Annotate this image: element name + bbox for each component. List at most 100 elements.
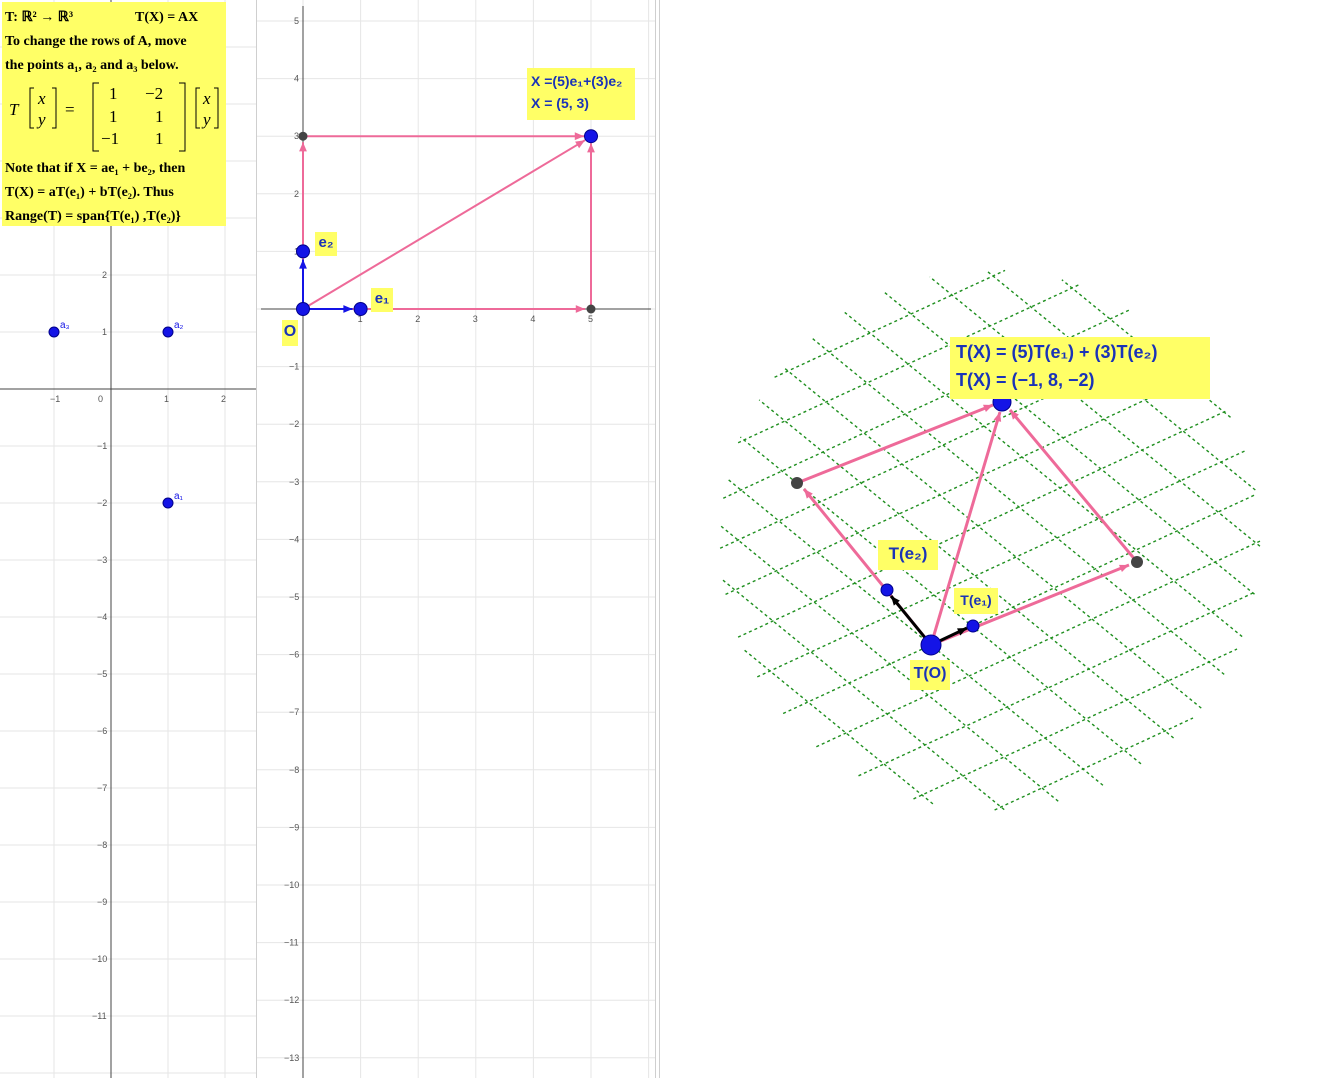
- x-tick-label: 2: [415, 314, 420, 324]
- y-tick-label: 3: [294, 131, 299, 141]
- y-tick-label: −9: [289, 822, 299, 832]
- coordinate-plane-middle[interactable]: 1234554321−1−2−3−4−5−6−7−8−9−10−11−12−13: [257, 0, 655, 1078]
- point-a1[interactable]: [162, 497, 174, 509]
- info-line-formula: T(X) = AX: [135, 10, 199, 25]
- vector-parallel-top-head: [983, 404, 993, 413]
- y-tick-label: −4: [289, 534, 299, 544]
- y-tick-label: −6: [289, 650, 299, 660]
- grid-line-3d: [722, 579, 1005, 811]
- y-tick-label: −8: [97, 840, 107, 850]
- info-line-instruction1: To change the rows of A, move: [5, 34, 187, 49]
- matrix-r3c1: −1: [101, 129, 120, 148]
- y-tick-label: 2: [294, 189, 299, 199]
- matrix-T: T: [9, 100, 19, 119]
- info-line-mapping: T: ℝ² → ℝ³: [5, 10, 74, 25]
- matrix-r2c1: 1: [109, 107, 118, 126]
- y-tick-label: −10: [92, 954, 107, 964]
- y-tick-label: −6: [97, 726, 107, 736]
- label-Te1: T(e₁): [954, 588, 998, 614]
- x-tick-label: 5: [588, 314, 593, 324]
- matrix-r2c2: 1: [155, 107, 164, 126]
- graphics-view-3d[interactable]: T(X) = (5)T(e₁) + (3)T(e₂) T(X) = (−1, 8…: [660, 0, 1331, 1078]
- y-tick-label: −2: [289, 419, 299, 429]
- grid-line-3d: [782, 493, 1257, 715]
- vector-5Te1-head: [1119, 564, 1129, 573]
- label-e2: e₂: [315, 232, 337, 256]
- matrix-y-left: y: [38, 110, 46, 129]
- y-tick-label: −7: [289, 707, 299, 717]
- y-tick-label: 2: [102, 270, 107, 280]
- vector-3e2-head: [299, 142, 307, 152]
- vector-5e1-head: [575, 305, 585, 313]
- y-tick-label: −10: [284, 880, 299, 890]
- grid-line-3d: [816, 540, 1261, 748]
- caption-X-line1: X =(5)e₁+(3)e₂: [531, 73, 623, 89]
- label-e1: e₁: [371, 288, 393, 312]
- point-TO[interactable]: [920, 634, 942, 656]
- x-tick-label: 2: [221, 394, 226, 404]
- vector-top-head: [574, 132, 584, 141]
- matrix-r3c2: 1: [155, 129, 164, 148]
- point-a3[interactable]: [48, 326, 60, 338]
- y-tick-label: −4: [97, 612, 107, 622]
- point-e1[interactable]: [353, 302, 368, 316]
- plane-3d-view[interactable]: [660, 0, 1331, 1078]
- y-tick-label: −2: [97, 498, 107, 508]
- info-line-instruction2: the points a₁, a₂ and a₃ below.: [5, 58, 179, 73]
- caption-TX: T(X) = (5)T(e₁) + (3)T(e₂) T(X) = (−1, 8…: [950, 337, 1210, 399]
- vector-parallel-top: [796, 403, 994, 485]
- label-Te2: T(e₂): [878, 540, 938, 570]
- vector-right-head: [587, 143, 595, 153]
- y-tick-label: −13: [284, 1053, 299, 1063]
- graphics-view-middle[interactable]: 1234554321−1−2−3−4−5−6−7−8−9−10−11−12−13…: [257, 0, 655, 1078]
- caption-TX-line2: T(X) = (−1, 8, −2): [956, 370, 1095, 390]
- point-3e2: [298, 131, 308, 141]
- point-label: a₃: [60, 320, 70, 331]
- matrix-equation: T x y = 1 −2 1 1 −1 1 x y: [5, 82, 223, 152]
- grid-line-3d: [742, 648, 934, 805]
- y-tick-label: −7: [97, 783, 107, 793]
- grid-line-3d: [994, 717, 1194, 811]
- y-tick-label: −3: [289, 477, 299, 487]
- graphics-view-left[interactable]: −1 0 1 2 2 1 −1 −2 −3 −4 −5 −6 −7 −8 −9 −10 −11 a₃ a₂ a₁ T:…: [0, 0, 256, 1078]
- info-line-note2: T(X) = aT(e₁) + bT(e₂). Thus: [5, 185, 174, 200]
- caption-X-line2: X = (5, 3): [531, 95, 589, 111]
- y-tick-label: −8: [289, 765, 299, 775]
- y-tick-label: −5: [97, 669, 107, 679]
- info-line-note3: Range(T) = span{T(e₁) ,T(e₂)}: [5, 209, 181, 224]
- point-e2[interactable]: [296, 244, 310, 259]
- y-tick-label: −3: [97, 555, 107, 565]
- vector-X: [302, 139, 586, 310]
- view-divider-2[interactable]: [655, 0, 656, 1078]
- label-TO: T(O): [910, 660, 950, 690]
- info-line-note1: Note that if X = ae₁ + be₂, then: [5, 161, 186, 176]
- label-origin: O: [282, 320, 298, 346]
- grid-line-3d: [913, 648, 1238, 800]
- y-tick-label: −11: [92, 1011, 107, 1021]
- matrix-r1c2: −2: [145, 84, 164, 103]
- info-panel: T: ℝ² → ℝ³ T(X) = AX To change the rows …: [2, 2, 226, 226]
- point-a2[interactable]: [162, 326, 174, 338]
- x-tick-label: −1: [50, 394, 60, 404]
- point-label: a₂: [174, 320, 184, 331]
- grid-line-3d: [726, 478, 1104, 786]
- y-tick-label: −1: [289, 362, 299, 372]
- x-tick-label: 1: [164, 394, 169, 404]
- point-origin[interactable]: [296, 302, 310, 316]
- point-3Te2: [791, 477, 803, 489]
- point-5e1: [586, 304, 596, 314]
- point-Te1[interactable]: [966, 619, 980, 633]
- point-Te2[interactable]: [880, 583, 894, 597]
- point-X[interactable]: [584, 129, 598, 144]
- x-tick-label: 4: [530, 314, 535, 324]
- y-tick-label: −5: [289, 592, 299, 602]
- x-tick-label: 3: [473, 314, 478, 324]
- caption-TX-line1: T(X) = (5)T(e₁) + (3)T(e₂): [956, 342, 1158, 362]
- y-tick-label: −1: [97, 441, 107, 451]
- grid-line-3d: [756, 450, 1246, 678]
- y-tick-label: 1: [102, 327, 107, 337]
- matrix-r1c1: 1: [109, 84, 118, 103]
- caption-X: X =(5)e₁+(3)e₂ X = (5, 3): [527, 68, 635, 120]
- y-tick-label: −11: [284, 938, 299, 948]
- point-5Te1: [1131, 556, 1143, 568]
